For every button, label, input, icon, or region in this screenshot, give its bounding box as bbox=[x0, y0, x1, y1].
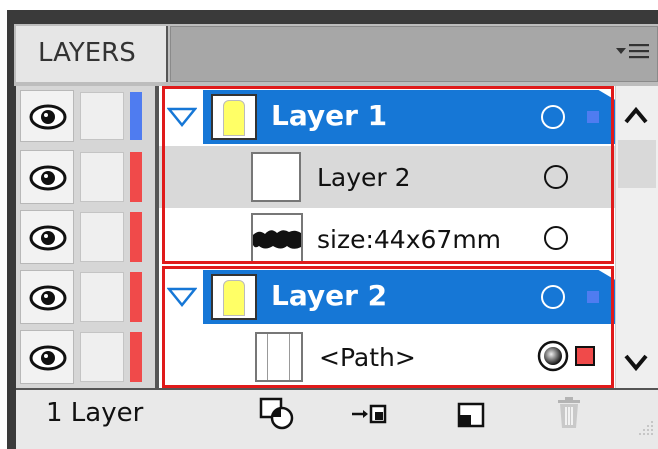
layer-color-row-4 bbox=[130, 272, 142, 322]
create-sublayer-icon[interactable] bbox=[350, 400, 390, 430]
resize-grip-icon[interactable] bbox=[632, 414, 656, 438]
visibility-toggle-row-1[interactable] bbox=[20, 90, 74, 142]
scroll-down-icon[interactable] bbox=[620, 346, 652, 378]
visibility-toggle-row-2[interactable] bbox=[20, 150, 74, 204]
create-new-layer-icon[interactable] bbox=[455, 400, 487, 430]
visibility-toggle-row-3[interactable] bbox=[20, 210, 74, 264]
header-bar bbox=[170, 26, 658, 82]
panel-frame-top bbox=[14, 10, 658, 24]
lock-toggle-row-5[interactable] bbox=[80, 332, 124, 382]
highlight-frame-layer-1 bbox=[162, 86, 614, 264]
lock-toggle-row-3[interactable] bbox=[80, 212, 124, 262]
visibility-toggle-row-4[interactable] bbox=[20, 270, 74, 324]
lock-toggle-row-1[interactable] bbox=[80, 92, 124, 140]
eye-icon bbox=[29, 165, 67, 191]
scrollbar-thumb[interactable] bbox=[618, 140, 656, 188]
panel-menu-icon[interactable] bbox=[616, 40, 650, 64]
lock-toggle-row-2[interactable] bbox=[80, 152, 124, 202]
tab-layers-label: LAYERS bbox=[38, 38, 136, 68]
eye-icon bbox=[29, 345, 67, 371]
scroll-up-icon[interactable] bbox=[620, 100, 652, 132]
tab-layers[interactable]: LAYERS bbox=[16, 26, 168, 82]
eye-icon bbox=[29, 225, 67, 251]
make-clipping-mask-icon[interactable] bbox=[258, 396, 298, 432]
highlight-frame-layer-2 bbox=[162, 266, 614, 388]
layer-color-row-3 bbox=[130, 212, 142, 262]
layer-color-row-1 bbox=[130, 92, 142, 140]
layer-count: 1 Layer bbox=[46, 398, 144, 428]
lock-toggle-row-4[interactable] bbox=[80, 272, 124, 322]
layer-color-row-5 bbox=[130, 332, 142, 382]
layer-color-row-2 bbox=[130, 152, 142, 202]
visibility-toggle-row-5[interactable] bbox=[20, 330, 74, 384]
trash-icon[interactable] bbox=[555, 396, 583, 430]
eye-icon bbox=[29, 285, 67, 311]
eye-icon bbox=[29, 104, 67, 130]
